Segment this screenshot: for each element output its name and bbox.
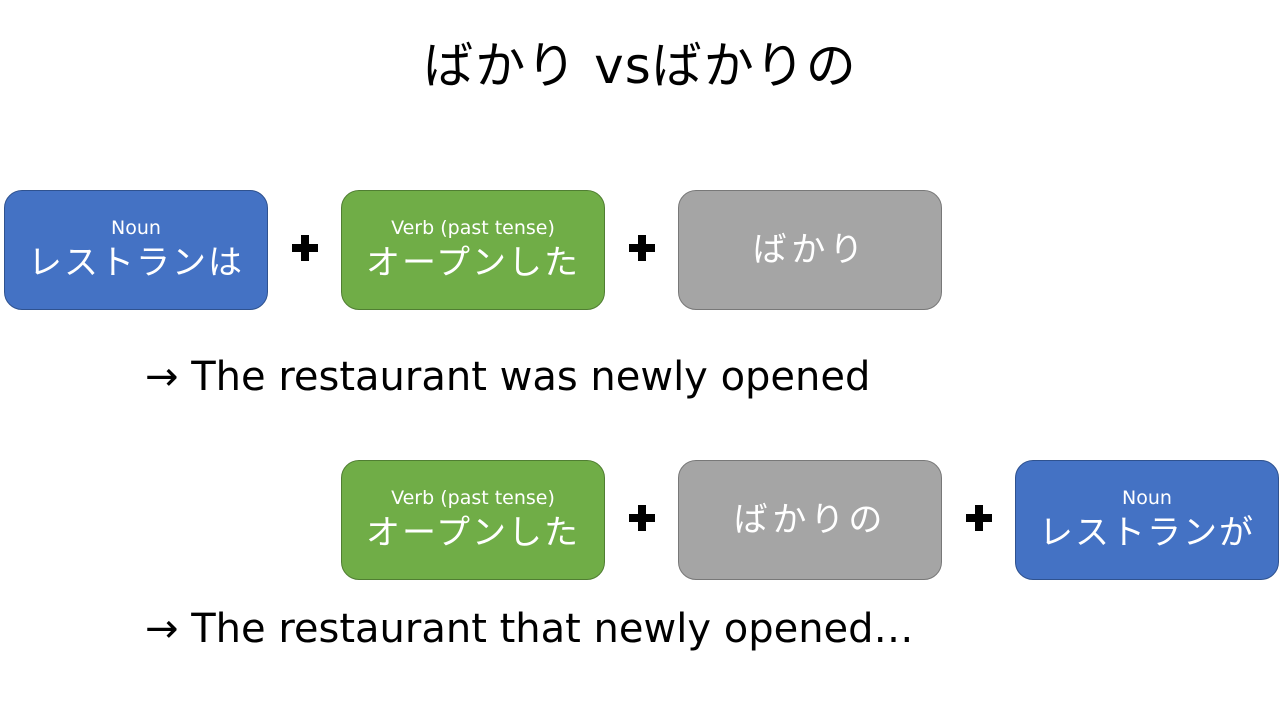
- plus-icon: [966, 505, 992, 531]
- plus-icon: [292, 235, 318, 261]
- noun-text-1: レストランは: [28, 243, 244, 283]
- noun-box-1: Noun レストランは: [4, 190, 268, 310]
- plus-icon: [629, 505, 655, 531]
- bakari-no-box-2: ばかりの: [678, 460, 942, 580]
- verb-label-1: Verb (past tense): [391, 217, 555, 239]
- bakari-no-text-2: ばかりの: [733, 500, 887, 540]
- verb-box-1: Verb (past tense) オープンした: [341, 190, 605, 310]
- verb-label-2: Verb (past tense): [391, 487, 555, 509]
- plus-icon: [629, 235, 655, 261]
- bakari-box-1: ばかり: [678, 190, 942, 310]
- slide-title: ばかり vsばかりの: [423, 37, 857, 95]
- noun-label-1: Noun: [111, 217, 161, 239]
- translation-2: → The restaurant that newly opened…: [145, 606, 914, 652]
- noun-box-2: Noun レストランが: [1015, 460, 1279, 580]
- verb-text-2: オープンした: [366, 513, 580, 553]
- translation-1: → The restaurant was newly opened: [145, 354, 871, 400]
- verb-box-2: Verb (past tense) オープンした: [341, 460, 605, 580]
- noun-label-2: Noun: [1122, 487, 1172, 509]
- verb-text-1: オープンした: [366, 243, 580, 283]
- bakari-text-1: ばかり: [752, 230, 868, 270]
- noun-text-2: レストランが: [1039, 513, 1255, 553]
